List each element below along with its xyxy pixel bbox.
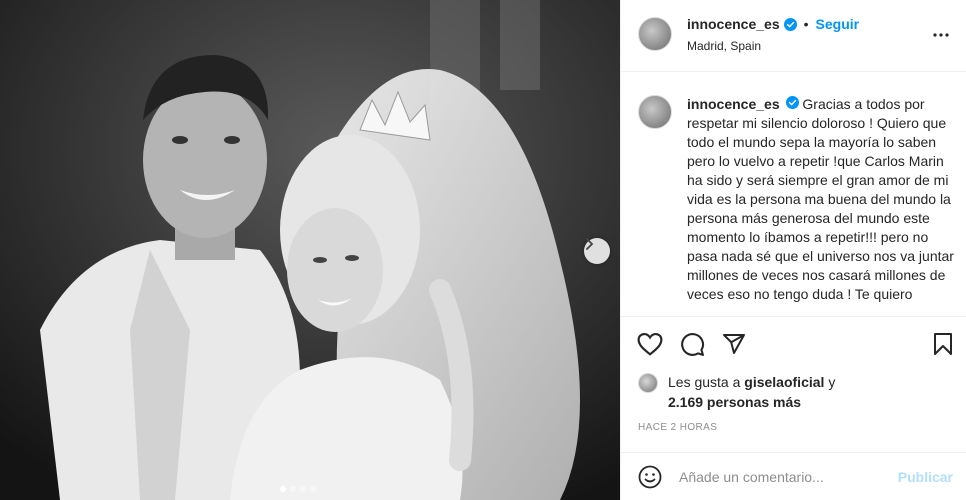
add-comment-bar: Publicar [621, 452, 966, 500]
likes-line: Les gusta a giselaoficial y [668, 374, 835, 390]
publish-button[interactable]: Publicar [898, 469, 953, 485]
post-header: innocence_es • Seguir Madrid, Spain [621, 0, 966, 72]
avatar[interactable] [638, 17, 672, 51]
caption-username[interactable]: innocence_es [687, 96, 780, 112]
next-photo-button[interactable] [584, 238, 610, 264]
bookmark-icon[interactable] [932, 332, 954, 361]
comment-input[interactable] [679, 463, 879, 491]
comments-section[interactable]: innocence_es Gracias a todos por respeta… [621, 73, 966, 317]
carousel-indicator [280, 486, 316, 492]
post-photo[interactable] [0, 0, 620, 500]
liker-username[interactable]: giselaoficial [744, 374, 824, 390]
avatar[interactable] [638, 95, 672, 129]
chevron-right-icon [586, 238, 594, 250]
post-sidebar: innocence_es • Seguir Madrid, Spain inno… [620, 0, 966, 500]
verified-badge-icon [785, 96, 799, 109]
carousel-dot [290, 486, 296, 492]
likes-count[interactable]: 2.169 personas más [668, 394, 801, 410]
post-actions [621, 318, 966, 368]
username-link[interactable]: innocence_es [687, 16, 780, 32]
location-link[interactable]: Madrid, Spain [687, 39, 761, 53]
likes-prefix: Les gusta a [668, 374, 741, 390]
emoji-icon[interactable] [638, 465, 662, 494]
carousel-dot [300, 486, 306, 492]
wedding-photo-illustration [0, 0, 620, 500]
header-user-row: innocence_es • Seguir [687, 16, 859, 32]
carousel-dot [310, 486, 316, 492]
post-timestamp[interactable]: HACE 2 HORAS [638, 422, 717, 433]
caption-text: Gracias a todos por respetar mi silencio… [687, 96, 954, 302]
more-options-icon[interactable] [933, 24, 949, 42]
liker-avatar[interactable] [638, 373, 658, 393]
post-caption: innocence_es Gracias a todos por respeta… [687, 95, 955, 304]
carousel-dot [280, 486, 286, 492]
follow-button[interactable]: Seguir [816, 16, 860, 32]
separator-dot: • [803, 16, 809, 32]
heart-icon[interactable] [637, 332, 663, 361]
share-icon[interactable] [722, 332, 746, 361]
verified-badge-icon [783, 17, 797, 31]
likes-conj: y [828, 374, 836, 390]
comment-icon[interactable] [680, 332, 705, 362]
